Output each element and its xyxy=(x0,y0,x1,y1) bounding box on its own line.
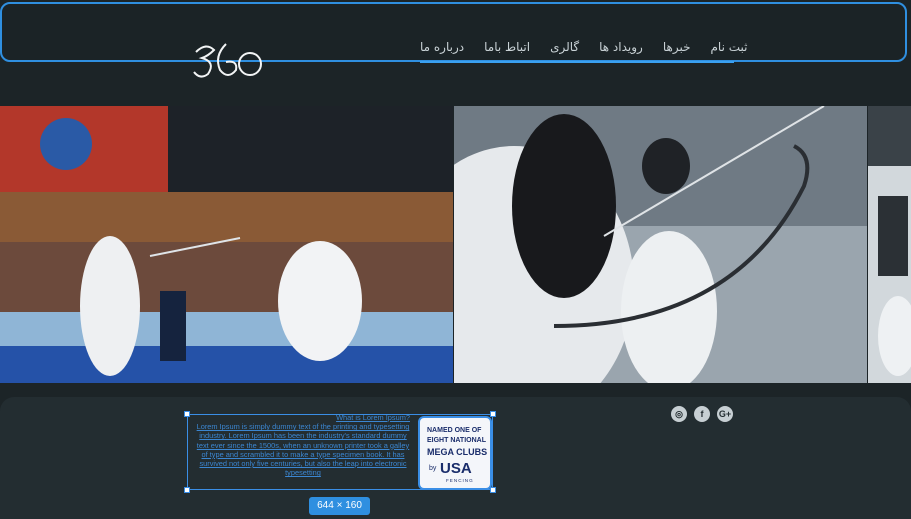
nav-events[interactable]: رویداد ها xyxy=(599,40,643,60)
nav-register[interactable]: ثبت نام xyxy=(711,40,748,60)
social-links: ◎ f G+ xyxy=(671,406,733,422)
nav-about[interactable]: درباره ما xyxy=(420,40,464,60)
google-plus-icon[interactable]: G+ xyxy=(717,406,733,422)
badge-by: by xyxy=(429,465,437,472)
badge-line-2: EIGHT NATIONAL xyxy=(427,437,486,444)
mega-clubs-badge: NAMED ONE OF EIGHT NATIONAL MEGA CLUBS b… xyxy=(418,416,492,490)
footer-text-heading: What is Lorem Ipsum? xyxy=(336,413,410,422)
nav-contact[interactable]: اتباط باما xyxy=(484,40,530,60)
resize-handle-bottom-right[interactable] xyxy=(490,487,496,493)
gallery-photo-fencer-closeup[interactable] xyxy=(394,106,867,383)
gallery-photo-fencing-arena[interactable] xyxy=(0,106,453,383)
instagram-icon[interactable]: ◎ xyxy=(671,406,687,422)
main-nav: درباره ما اتباط باما گالری رویداد ها خبر… xyxy=(420,40,747,60)
photo-gallery[interactable] xyxy=(0,106,911,383)
nav-underline xyxy=(420,61,734,63)
selection-size-tag: 644 × 160 xyxy=(309,497,370,515)
footer-text-block[interactable]: What is Lorem Ipsum? Lorem Ipsum is simp… xyxy=(196,413,410,477)
nav-gallery[interactable]: گالری xyxy=(550,40,579,60)
site-logo[interactable] xyxy=(192,40,266,80)
nav-news[interactable]: خبرها xyxy=(663,40,691,60)
facebook-icon[interactable]: f xyxy=(694,406,710,422)
badge-fencing: FENCING xyxy=(446,478,474,483)
resize-handle-bottom-left[interactable] xyxy=(184,487,190,493)
resize-handle-top-right[interactable] xyxy=(490,411,496,417)
badge-usa: USA xyxy=(440,460,472,477)
resize-handle-top-left[interactable] xyxy=(184,411,190,417)
badge-line-3: MEGA CLUBS xyxy=(427,447,488,457)
badge-line-1: NAMED ONE OF xyxy=(427,427,482,434)
footer-text-body: Lorem Ipsum is simply dummy text of the … xyxy=(196,422,410,478)
gallery-photo-partial[interactable] xyxy=(868,106,911,383)
